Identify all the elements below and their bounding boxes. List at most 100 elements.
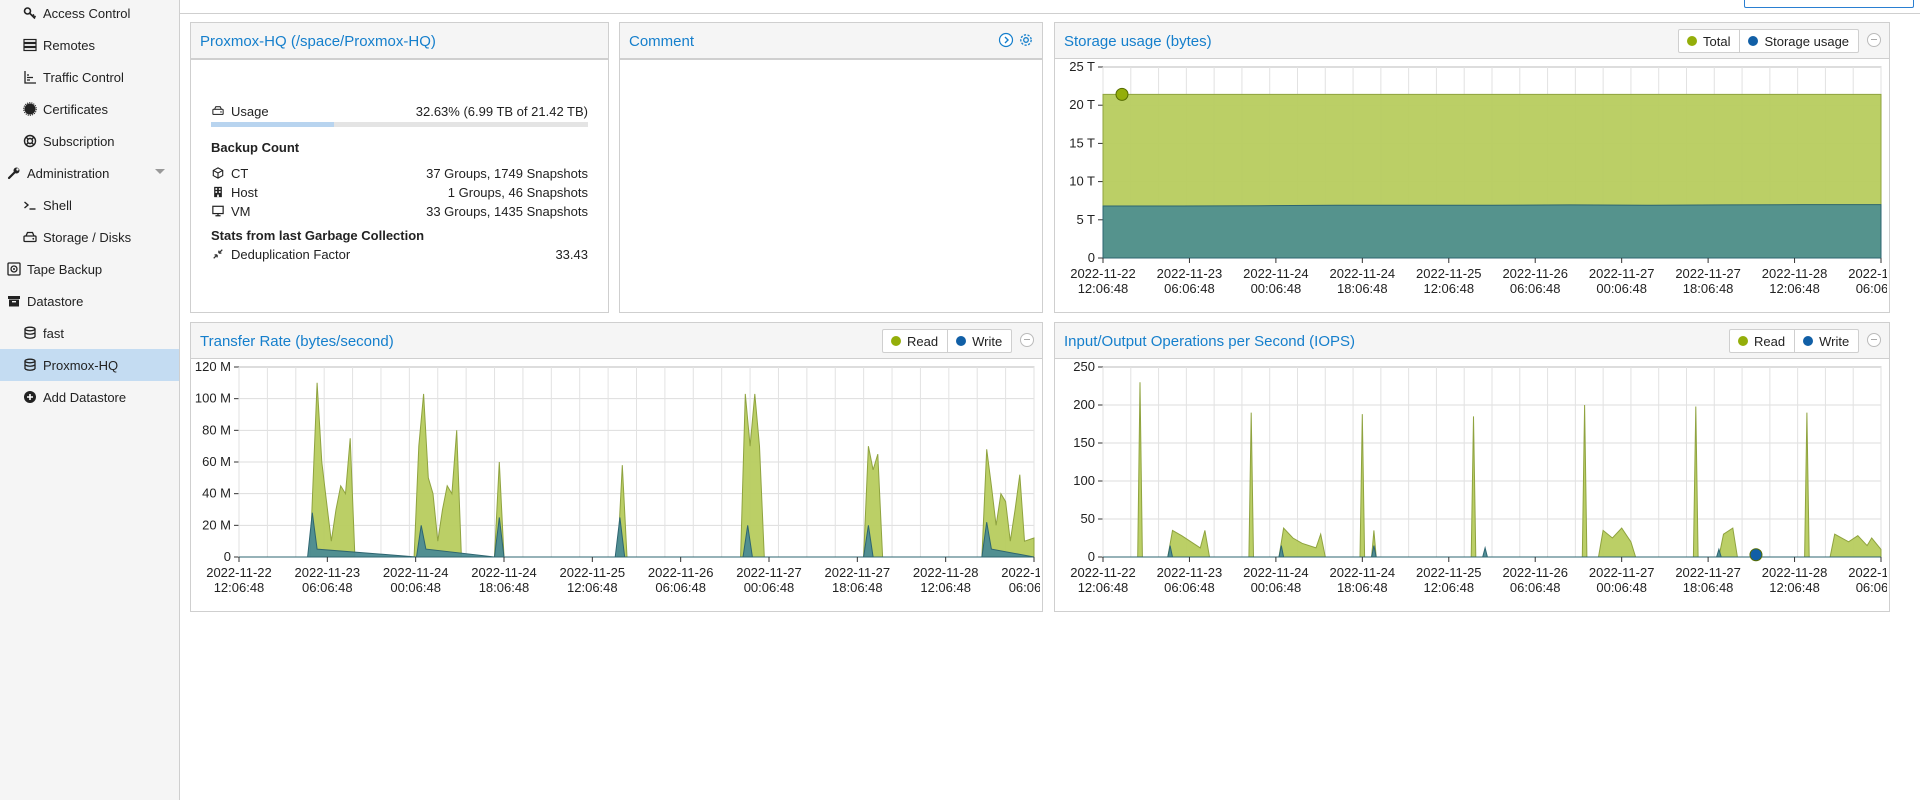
- x-tick-time-label: 00:06:48: [1251, 281, 1302, 296]
- sidebar-item-access-control[interactable]: Access Control: [0, 0, 179, 29]
- x-tick-time-label: 00:06:48: [1596, 580, 1647, 595]
- sidebar-item-add-datastore[interactable]: Add Datastore: [0, 381, 179, 413]
- y-tick-label: 20 T: [1069, 97, 1095, 112]
- sidebar-item-traffic-control[interactable]: Traffic Control: [0, 61, 179, 93]
- summary-panel-header: Proxmox-HQ (/space/Proxmox-HQ): [191, 23, 608, 59]
- x-tick-time-label: 12:06:48: [214, 580, 265, 595]
- chevron-down-icon[interactable]: [155, 169, 165, 174]
- traffic-icon: [22, 69, 38, 85]
- x-tick-time-label: 12:06:48: [567, 580, 618, 595]
- sidebar-item-label: Certificates: [43, 101, 109, 117]
- y-tick-label: 200: [1073, 397, 1095, 412]
- legend-dot-icon: [1748, 36, 1759, 46]
- sidebar-item-storage-disks[interactable]: Storage / Disks: [0, 221, 179, 253]
- comment-tools: [998, 32, 1034, 48]
- sidebar-item-datastore[interactable]: Datastore: [0, 285, 179, 317]
- comment-panel-title: Comment: [629, 33, 695, 50]
- chevron-right-circle-icon: [998, 32, 1014, 48]
- comment-expand-button[interactable]: [998, 32, 1014, 48]
- iops-collapse-button[interactable]: [1867, 333, 1881, 347]
- sidebar-item-label: Tape Backup: [27, 261, 103, 277]
- y-tick-label: 10 T: [1069, 174, 1095, 189]
- comment-panel: Comment: [619, 22, 1043, 313]
- y-tick-label: 20 M: [202, 517, 231, 532]
- backup-type-label: Host: [231, 184, 258, 200]
- legend-label: Write: [1819, 333, 1850, 349]
- transfer-chart-area: 0 20 M 40 M 60 M 80 M 100 M 120 M 2022-11-22 12:…: [191, 359, 1067, 611]
- x-tick-time-label: 18:06:48: [832, 580, 883, 595]
- sidebar-item-administration[interactable]: Administration: [0, 157, 179, 189]
- sidebar-item-shell[interactable]: Shell: [0, 189, 179, 221]
- sidebar-item-tape-backup[interactable]: Tape Backup: [0, 253, 179, 285]
- database-icon: [22, 357, 38, 373]
- y-tick-label: 40 M: [202, 486, 231, 501]
- top-search-input[interactable]: [1744, 0, 1914, 8]
- iops-chart-title: Input/Output Operations per Second (IOPS…: [1064, 333, 1355, 350]
- sidebar-item-label: Add Datastore: [43, 389, 127, 405]
- storage-usage-panel: Storage usage (bytes) Total Storage usage 0…: [1054, 22, 1914, 313]
- storage-chart-area: 05 T 10 T 15 T 20 T 25 T 2022-11-22 12:06:48 20…: [1055, 59, 1914, 312]
- legend-item-read[interactable]: Read: [1730, 330, 1794, 352]
- transfer-collapse-button[interactable]: [1020, 333, 1034, 347]
- usage-row: Usage 32.63% (6.99 TB of 21.42 TB): [211, 102, 588, 120]
- sidebar-item-proxmox-hq[interactable]: Proxmox-HQ: [0, 349, 179, 381]
- sidebar-item-fast[interactable]: fast: [0, 317, 179, 349]
- backup-count-value: 1 Groups, 46 Snapshots: [447, 184, 588, 200]
- y-tick-label: 120 M: [195, 359, 231, 374]
- x-tick-date-label: 2022-11-27: [825, 565, 891, 580]
- dedup-row: Deduplication Factor 33.43: [211, 245, 588, 263]
- x-tick-time-label: 06:06:48: [1510, 580, 1561, 595]
- legend-item-read[interactable]: Read: [883, 330, 947, 352]
- x-tick-date-label: 2022-11-25: [1416, 565, 1482, 580]
- tape-icon: [6, 261, 22, 277]
- x-tick-time-label: 06:06:48: [1009, 580, 1040, 595]
- x-tick-time-label: 12:06:48: [1423, 580, 1474, 595]
- iops-panel: Input/Output Operations per Second (IOPS…: [1054, 322, 1914, 612]
- sidebar-item-label: fast: [43, 325, 64, 341]
- iops-chart-svg: 0501001502002502022-11-2212:06:482022-11…: [1070, 359, 1914, 595]
- x-tick-time-label: 18:06:48: [479, 580, 530, 595]
- x-tick-time-label: 06:06:48: [655, 580, 706, 595]
- hover-marker: [1115, 87, 1129, 101]
- legend-item-write[interactable]: Write: [947, 330, 1011, 352]
- x-tick-date-label: 2022-11-24: [1243, 266, 1309, 281]
- sidebar-item-label: Administration: [27, 165, 110, 181]
- dedup-value: 33.43: [555, 246, 588, 262]
- x-tick-date-label: 2022-11-24: [1330, 565, 1396, 580]
- y-tick-label: 60 M: [202, 454, 231, 469]
- x-tick-time-label: 06:06:48: [302, 580, 353, 595]
- y-tick-label: 0: [1088, 549, 1095, 564]
- sidebar-item-label: Datastore: [27, 293, 84, 309]
- legend-item-total[interactable]: Total: [1679, 30, 1739, 52]
- comment-text: [620, 60, 1042, 76]
- gc-stats-heading: Stats from last Garbage Collection: [211, 228, 425, 243]
- y-tick-label: 0: [1088, 250, 1095, 265]
- sidebar-item-subscription[interactable]: Subscription: [0, 125, 179, 157]
- x-tick-date-label: 2022-11-24: [1330, 266, 1396, 281]
- comment-edit-button[interactable]: [1018, 32, 1034, 48]
- storage-collapse-button[interactable]: [1867, 33, 1881, 47]
- sidebar-item-remotes[interactable]: Remotes: [0, 29, 179, 61]
- sidebar-item-label: Storage / Disks: [43, 229, 132, 245]
- x-tick-date-label: 2022-11-26: [1502, 266, 1568, 281]
- legend-label: Write: [972, 333, 1003, 349]
- sidebar-item-label: Remotes: [43, 37, 96, 53]
- legend-dot-icon: [1738, 336, 1748, 346]
- iops-legend: Read Write: [1729, 329, 1860, 353]
- compress-icon: [211, 247, 225, 261]
- comment-body: [620, 59, 1042, 312]
- sidebar-item-certificates[interactable]: Certificates: [0, 93, 179, 125]
- lifebuoy-icon: [22, 133, 38, 149]
- main-content: Proxmox-HQ (/space/Proxmox-HQ) Usage 32.…: [180, 0, 1920, 800]
- summary-box: Usage 32.63% (6.99 TB of 21.42 TB) Backu…: [191, 60, 608, 312]
- x-tick-time-label: 12:06:48: [920, 580, 971, 595]
- x-tick-date-label: 2022-11-27: [1675, 565, 1741, 580]
- backup-type-label: CT: [231, 165, 249, 181]
- transfer-rate-panel: Transfer Rate (bytes/second) Read Write 0 20…: [190, 322, 1067, 612]
- x-tick-date-label: 2022-11-26: [648, 565, 714, 580]
- summary-panel: Proxmox-HQ (/space/Proxmox-HQ) Usage 32.…: [190, 22, 609, 313]
- legend-item-storage-usage[interactable]: Storage usage: [1739, 30, 1858, 52]
- legend-item-write[interactable]: Write: [1794, 330, 1858, 352]
- x-tick-time-label: 06:06:48: [1856, 580, 1887, 595]
- backup-count-value: 37 Groups, 1749 Snapshots: [426, 165, 588, 181]
